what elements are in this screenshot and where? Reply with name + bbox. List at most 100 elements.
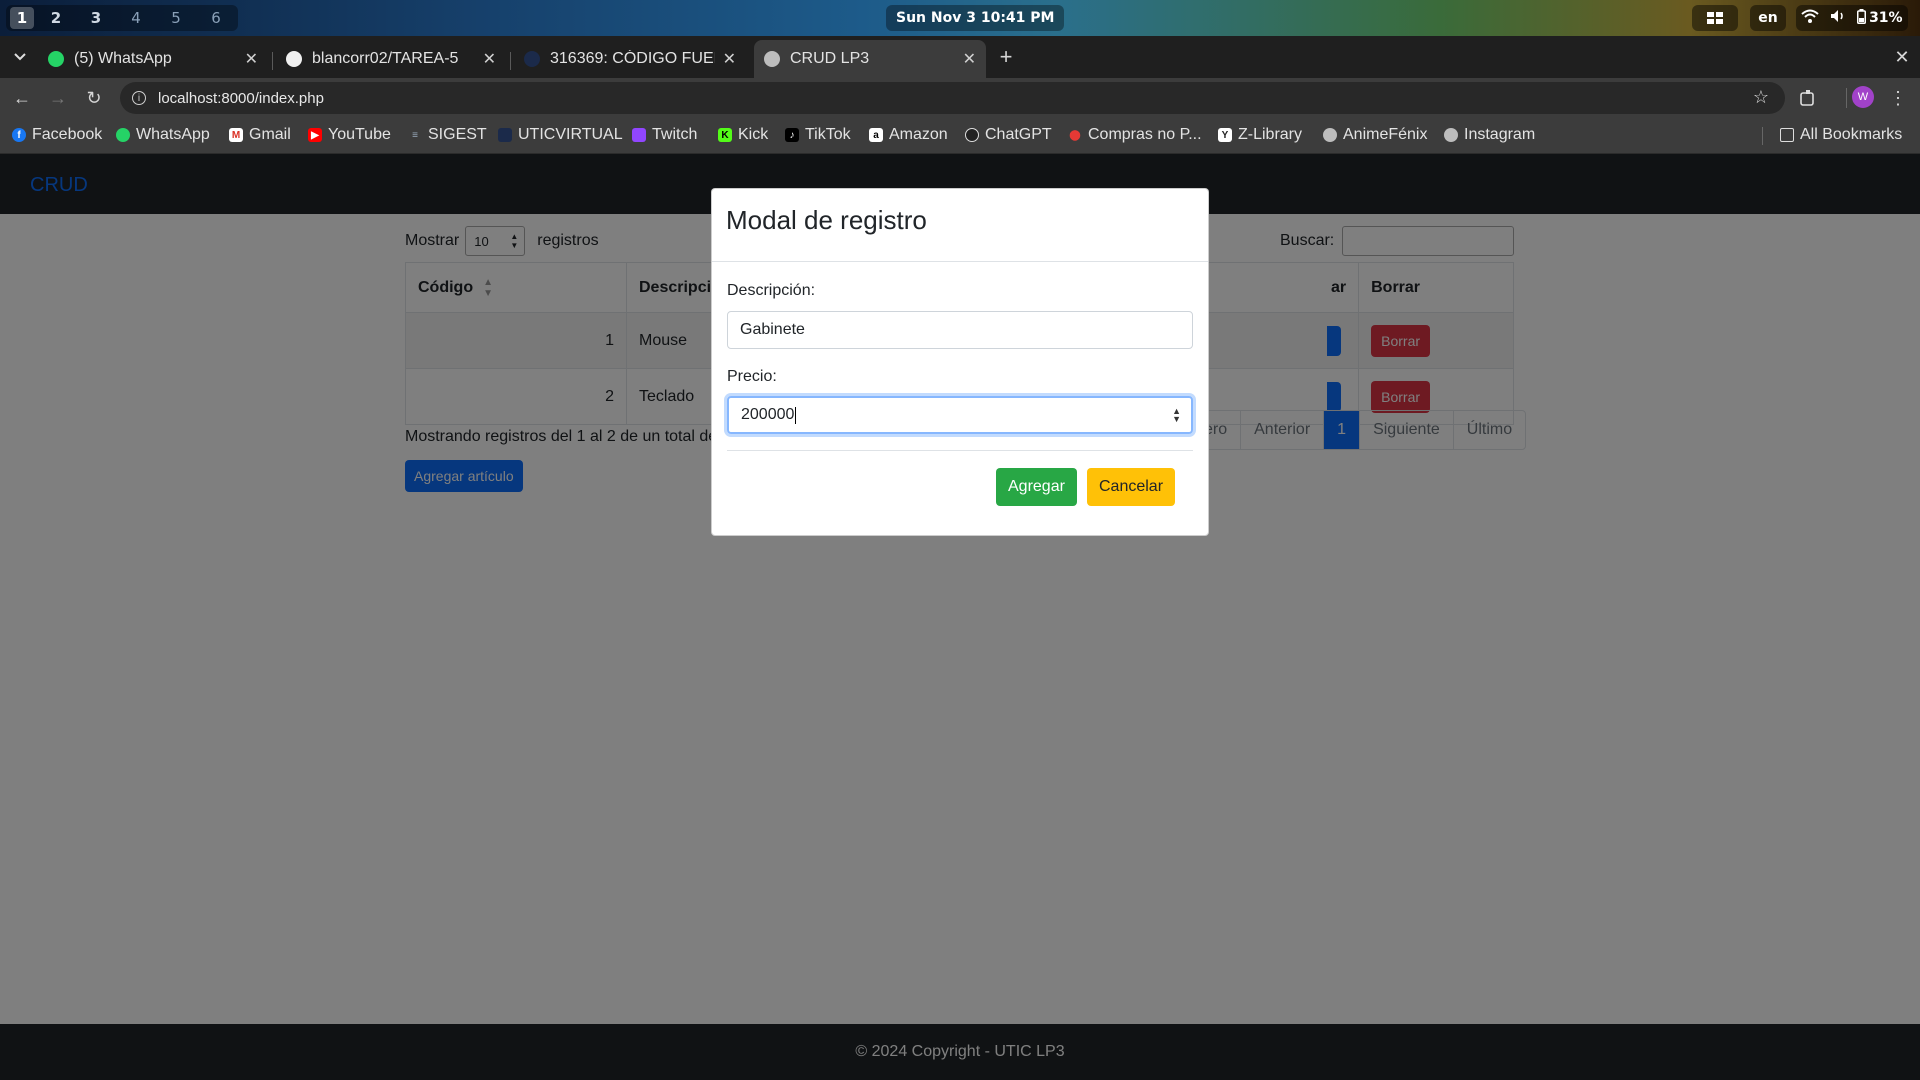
menu-kebab-icon[interactable]: ⋮ <box>1886 86 1910 110</box>
number-spinner-icon[interactable]: ▲ ▼ <box>1172 407 1181 424</box>
bookmark-chatgpt[interactable]: ChatGPT <box>965 126 1052 144</box>
all-bookmarks[interactable]: All Bookmarks <box>1780 126 1902 144</box>
tab-divider <box>272 52 273 70</box>
description-label: Descripción: <box>727 282 816 299</box>
bookmark-label: Gmail <box>249 126 291 143</box>
bookmark-label: UTICVIRTUAL <box>518 126 623 143</box>
bookmark-label: WhatsApp <box>136 126 210 143</box>
bookmark-sigest[interactable]: ≡ SIGEST <box>408 126 487 144</box>
globe-favicon-icon <box>764 51 780 67</box>
workspace-4[interactable]: 4 <box>118 7 154 29</box>
close-tab-icon[interactable]: ✕ <box>963 49 976 69</box>
url-text: localhost:8000/index.php <box>158 89 324 107</box>
profile-avatar[interactable]: W <box>1852 86 1874 108</box>
close-tab-icon[interactable]: ✕ <box>723 49 736 69</box>
register-modal: Modal de registro Descripción: Gabinete … <box>711 188 1209 536</box>
back-icon[interactable]: ← <box>10 86 34 110</box>
bookmark-gmail[interactable]: M Gmail <box>229 126 291 144</box>
close-window-icon[interactable]: ✕ <box>1890 45 1914 69</box>
workspace-5[interactable]: 5 <box>158 7 194 29</box>
agregar-button[interactable]: Agregar <box>996 468 1077 506</box>
new-tab-icon[interactable]: + <box>994 44 1018 69</box>
github-favicon-icon <box>286 51 302 67</box>
facebook-icon: f <box>12 128 26 142</box>
workspace-3[interactable]: 3 <box>78 7 114 29</box>
tab-title: blancorr02/TAREA-5 <box>312 50 459 67</box>
bookmark-youtube[interactable]: ▶ YouTube <box>308 126 391 144</box>
sigest-icon: ≡ <box>412 129 418 141</box>
tab-codigo-fuente[interactable]: 316369: CÓDIGO FUEN ✕ <box>514 40 746 78</box>
whatsapp-icon <box>116 128 130 142</box>
cancelar-button[interactable]: Cancelar <box>1087 468 1176 506</box>
description-input[interactable]: Gabinete <box>727 311 1193 349</box>
bookmark-instagram[interactable]: Instagram <box>1444 126 1535 144</box>
bookmark-label: All Bookmarks <box>1800 126 1903 143</box>
bookmark-label: SIGEST <box>428 126 487 143</box>
chatgpt-icon <box>965 128 979 142</box>
close-tab-icon[interactable]: ✕ <box>483 49 496 69</box>
gmail-icon: M <box>229 128 243 142</box>
kick-icon: K <box>718 128 732 142</box>
reload-icon[interactable]: ↻ <box>82 86 106 110</box>
bookmark-label: Instagram <box>1464 126 1536 143</box>
os-top-bar: 1 2 3 4 5 6 Sun Nov 3 10:41 PM en 31% <box>0 0 1920 36</box>
bookmark-zlibrary[interactable]: Y Z-Library <box>1218 126 1302 144</box>
volume-icon <box>1830 9 1846 27</box>
modal-title: Modal de registro <box>726 205 927 235</box>
bookmark-twitch[interactable]: Twitch <box>632 126 697 144</box>
tab-whatsapp[interactable]: (5) WhatsApp ✕ <box>38 40 268 78</box>
bookmarks-divider <box>1762 127 1763 145</box>
bookmark-compras[interactable]: ⬤ Compras no P... <box>1068 126 1202 144</box>
price-value: 200000 <box>741 406 795 423</box>
keyboard-layout[interactable]: en <box>1750 5 1786 31</box>
bookmark-tiktok[interactable]: ♪ TikTok <box>785 126 851 144</box>
map-pin-icon: ⬤ <box>1069 129 1081 141</box>
globe-icon <box>1323 128 1337 142</box>
toolbar-divider <box>1846 88 1847 108</box>
bookmark-whatsapp[interactable]: WhatsApp <box>116 126 210 144</box>
bookmark-label: TikTok <box>805 126 851 143</box>
bookmark-label: Kick <box>738 126 769 143</box>
workspace-2[interactable]: 2 <box>38 7 74 29</box>
bookmark-amazon[interactable]: a Amazon <box>869 126 948 144</box>
youtube-icon: ▶ <box>308 128 322 142</box>
wifi-icon <box>1801 9 1820 27</box>
bookmark-facebook[interactable]: f Facebook <box>12 126 102 144</box>
workspace-1[interactable]: 1 <box>10 7 34 29</box>
bookmark-kick[interactable]: K Kick <box>718 126 768 144</box>
bookmark-label: Compras no P... <box>1088 126 1202 143</box>
battery-percent: 31% <box>1869 10 1903 26</box>
tiktok-icon: ♪ <box>785 128 799 142</box>
bookmark-label: Facebook <box>32 126 103 143</box>
zlibrary-icon: Y <box>1218 128 1232 142</box>
close-tab-icon[interactable]: ✕ <box>245 49 258 69</box>
address-bar[interactable]: i localhost:8000/index.php ☆ <box>120 82 1785 114</box>
clock[interactable]: Sun Nov 3 10:41 PM <box>886 5 1065 31</box>
site-info-icon[interactable]: i <box>132 91 146 105</box>
forward-icon[interactable]: → <box>46 86 70 110</box>
bookmark-label: ChatGPT <box>985 126 1052 143</box>
system-tray[interactable]: 31% <box>1796 5 1908 31</box>
tab-divider <box>510 52 511 70</box>
bookmark-uticvirtual[interactable]: UTICVIRTUAL <box>498 126 623 144</box>
whatsapp-favicon-icon <box>48 51 64 67</box>
tab-github[interactable]: blancorr02/TAREA-5 ✕ <box>276 40 506 78</box>
tab-title: 316369: CÓDIGO FUEN <box>550 50 715 67</box>
battery-icon <box>1857 8 1867 28</box>
workspace-6[interactable]: 6 <box>198 7 234 29</box>
tab-search-icon[interactable] <box>8 45 32 69</box>
browser-toolbar: ← → ↻ i localhost:8000/index.php ☆ W ⋮ <box>0 78 1920 118</box>
extensions-icon[interactable] <box>1796 86 1820 110</box>
globe-icon <box>1444 128 1458 142</box>
bookmark-label: YouTube <box>328 126 391 143</box>
bookmark-animefenix[interactable]: AnimeFénix <box>1323 126 1427 144</box>
bookmark-label: Amazon <box>889 126 948 143</box>
amazon-icon: a <box>869 128 883 142</box>
tab-title: (5) WhatsApp <box>74 50 172 67</box>
bookmark-star-icon[interactable]: ☆ <box>1753 87 1769 108</box>
battery-indicator: 31% <box>1857 8 1903 28</box>
price-input[interactable]: 200000 ▲ ▼ <box>727 396 1193 434</box>
tab-crud-lp3[interactable]: CRUD LP3 ✕ <box>754 40 986 78</box>
layout-icon[interactable] <box>1692 5 1738 31</box>
browser-tab-strip: (5) WhatsApp ✕ blancorr02/TAREA-5 ✕ 3163… <box>0 36 1920 78</box>
